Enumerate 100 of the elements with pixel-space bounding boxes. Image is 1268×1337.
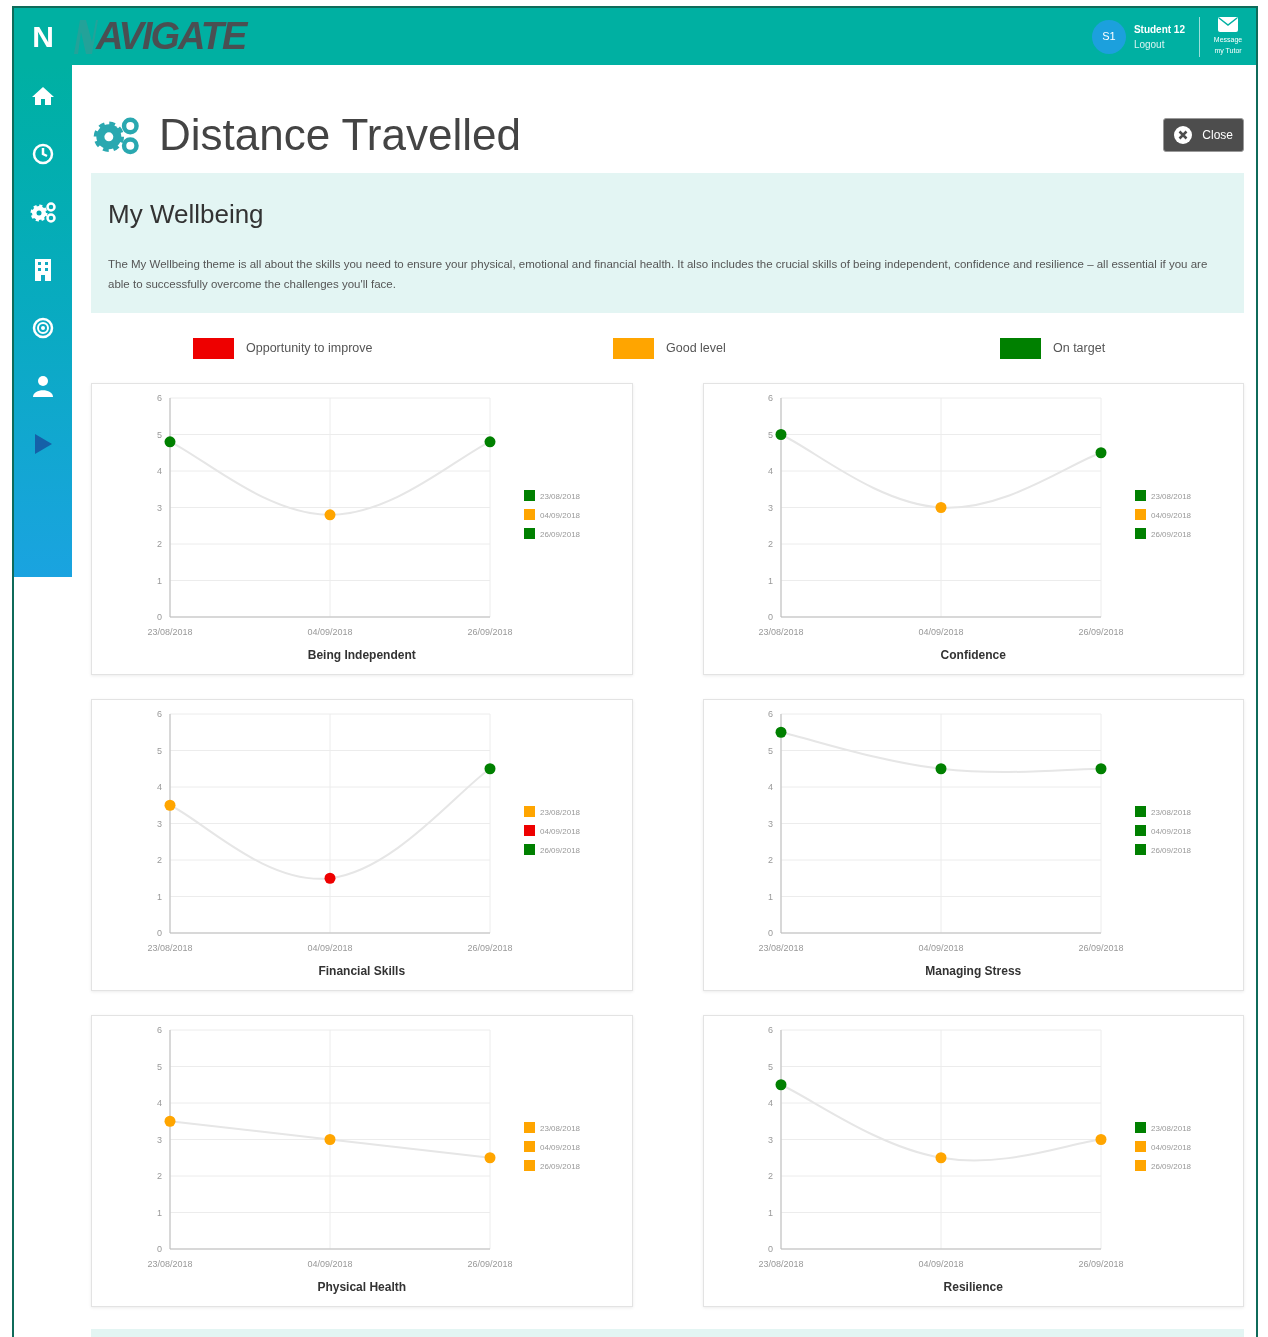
tick-label: 1 (156, 891, 162, 902)
close-icon (1174, 126, 1193, 144)
legend-label: 26/09/2018 (1151, 846, 1192, 855)
tick-label: 04/09/2018 (918, 627, 964, 637)
legend-label: 04/09/2018 (1151, 827, 1192, 836)
tick-label: 0 (156, 1244, 162, 1254)
tick-label: 04/09/2018 (918, 943, 964, 953)
chart-title: Being Independent (307, 647, 416, 664)
tick-label: 5 (768, 429, 774, 440)
building-icon[interactable] (34, 259, 52, 281)
legend-label: 04/09/2018 (1151, 1143, 1192, 1152)
legend-label: 04/09/2018 (539, 511, 580, 520)
logo-mark: N (31, 19, 55, 55)
tick-label: 3 (768, 1134, 774, 1145)
tick-label: 2 (156, 855, 162, 865)
tick-label: 26/09/2018 (467, 627, 513, 637)
legend-label: 23/08/2018 (1151, 1124, 1192, 1133)
tick-label: 4 (156, 782, 162, 792)
tick-label: 04/09/2018 (307, 943, 353, 953)
chart-title: Confidence (940, 647, 1006, 664)
chart-title: Physical Health (317, 1279, 407, 1296)
tick-label: 2 (768, 1171, 774, 1181)
tick-label: 4 (156, 466, 162, 476)
legend-label: 23/08/2018 (1151, 492, 1192, 501)
logout-link[interactable]: Logout (1133, 36, 1185, 52)
tick-label: 6 (156, 709, 162, 719)
legend-label: On target (1053, 339, 1106, 357)
legend-label: 26/09/2018 (539, 1162, 580, 1171)
envelope-icon (1218, 17, 1238, 32)
tick-label: 23/08/2018 (758, 1259, 804, 1269)
gears-icon[interactable] (29, 201, 57, 223)
tick-label: 6 (768, 1025, 774, 1035)
tick-label: 1 (156, 575, 162, 586)
tick-label: 3 (156, 1134, 162, 1145)
tick-label: 26/09/2018 (1078, 1259, 1124, 1269)
avatar: S1 (1091, 19, 1126, 54)
tick-label: 3 (768, 818, 774, 829)
tick-label: 26/09/2018 (467, 943, 513, 953)
legend-label: 23/08/2018 (539, 808, 580, 817)
tick-label: 26/09/2018 (1078, 627, 1124, 637)
brand-name: AVIGATE (96, 14, 246, 59)
theme-title: My Wellbeing (108, 198, 265, 231)
tick-label: 0 (156, 928, 162, 938)
tick-label: 5 (156, 745, 162, 756)
tick-label: 3 (156, 502, 162, 513)
legend-label: 26/09/2018 (539, 846, 580, 855)
tick-label: 23/08/2018 (147, 627, 193, 637)
page-title: Distance Travelled (159, 109, 521, 161)
legend-label: 04/09/2018 (539, 1143, 580, 1152)
tick-label: 26/09/2018 (467, 1259, 513, 1269)
legend-label: 26/09/2018 (1151, 530, 1192, 539)
tick-label: 5 (156, 429, 162, 440)
tick-label: 6 (156, 1025, 162, 1035)
tick-label: 5 (156, 1061, 162, 1072)
tick-label: 1 (768, 575, 774, 586)
tick-label: 0 (768, 612, 774, 622)
target-icon[interactable] (32, 317, 54, 339)
tick-label: 5 (768, 1061, 774, 1072)
tick-label: 04/09/2018 (307, 627, 353, 637)
tick-label: 2 (156, 539, 162, 549)
tick-label: 1 (156, 1207, 162, 1218)
tick-label: 6 (156, 393, 162, 403)
legend-label: Good level (666, 339, 726, 357)
tick-label: 6 (768, 709, 774, 719)
tick-label: 04/09/2018 (918, 1259, 964, 1269)
tick-label: 0 (156, 612, 162, 622)
tick-label: 4 (156, 1098, 162, 1108)
play-icon[interactable] (33, 433, 53, 455)
tick-label: 23/08/2018 (758, 943, 804, 953)
tick-label: 26/09/2018 (1078, 943, 1124, 953)
legend-label: 04/09/2018 (539, 827, 580, 836)
tick-label: 4 (768, 1098, 774, 1108)
legend-label: 26/09/2018 (539, 530, 580, 539)
home-icon[interactable] (31, 86, 55, 106)
tick-label: 3 (156, 818, 162, 829)
theme-description: The My Wellbeing theme is all about the skills you need to ensure your physical, emotional and financial health. It also includes the crucial skills of being independent, confidence and resilience – all essential if you are able to successfully overcome the challenges you'll face. (108, 257, 1209, 292)
tick-label: 3 (768, 502, 774, 513)
legend-label: 23/08/2018 (539, 1124, 580, 1133)
chart-title: Resilience (943, 1279, 1003, 1296)
gears-icon (91, 115, 141, 155)
user-icon[interactable] (33, 375, 53, 397)
tick-label: 4 (768, 782, 774, 792)
tick-label: 1 (768, 1207, 774, 1218)
legend-label: Opportunity to improve (246, 339, 373, 357)
tick-label: 5 (768, 745, 774, 756)
tick-label: 23/08/2018 (758, 627, 804, 637)
tick-label: 2 (768, 855, 774, 865)
tick-label: 4 (768, 466, 774, 476)
legend-label: 04/09/2018 (1151, 511, 1192, 520)
close-button[interactable]: Close (1163, 118, 1244, 152)
tick-label: 23/08/2018 (147, 1259, 193, 1269)
tick-label: 2 (156, 1171, 162, 1181)
tick-label: 0 (768, 1244, 774, 1254)
tick-label: 04/09/2018 (307, 1259, 353, 1269)
tick-label: 23/08/2018 (147, 943, 193, 953)
chart-title: Managing Stress (925, 963, 1022, 980)
legend-label: 23/08/2018 (1151, 808, 1192, 817)
clock-icon[interactable] (32, 143, 54, 165)
chart-title: Financial Skills (318, 963, 406, 980)
tick-label: 2 (768, 539, 774, 549)
